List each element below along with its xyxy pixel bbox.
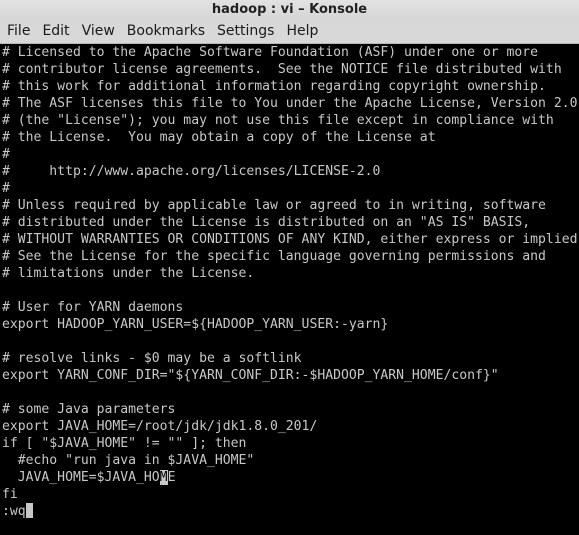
text-line: # distributed under the License is distr… [2, 215, 531, 230]
menu-help[interactable]: Help [280, 20, 324, 43]
menu-settings[interactable]: Settings [211, 20, 280, 43]
cursor-line: JAVA_HOME=$JAVA_HOME [2, 469, 579, 486]
window-title: hadoop : vi – Konsole [0, 0, 579, 20]
text-line: # [2, 181, 10, 196]
text-line: # (the "License"); you may not use this … [2, 113, 554, 128]
text-line: # User for YARN daemons [2, 300, 184, 315]
terminal-view[interactable]: # Licensed to the Apache Software Founda… [0, 44, 579, 535]
menu-edit[interactable]: Edit [36, 20, 75, 43]
konsole-window: hadoop : vi – Konsole File Edit View Boo… [0, 0, 579, 535]
text-line: export YARN_CONF_DIR="${YARN_CONF_DIR:-$… [2, 368, 499, 383]
menubar: File Edit View Bookmarks Settings Help [0, 20, 579, 44]
text-line: export HADOOP_YARN_USER=${HADOOP_YARN_US… [2, 317, 389, 332]
text-line: # this work for additional information r… [2, 79, 546, 94]
vi-command-line[interactable]: :wq [2, 503, 579, 520]
text-line: # resolve links - $0 may be a softlink [2, 351, 302, 366]
text-cursor: M [159, 470, 168, 485]
text-line: # contributor license agreements. See th… [2, 62, 562, 77]
menu-view[interactable]: View [76, 20, 121, 43]
text-line: # WITHOUT WARRANTIES OR CONDITIONS OF AN… [2, 232, 579, 247]
menu-file[interactable]: File [1, 20, 36, 43]
text-line: fi [2, 487, 18, 502]
text-line: # Unless required by applicable law or a… [2, 198, 546, 213]
text-line: # the License. You may obtain a copy of … [2, 130, 436, 145]
text-line: #echo "run java in $JAVA_HOME" [2, 453, 255, 468]
text-line: # [2, 147, 10, 162]
menu-bookmarks[interactable]: Bookmarks [121, 20, 211, 43]
text-line: # limitations under the License. [2, 266, 255, 281]
text-line [2, 333, 579, 350]
cursor-line-after: E [167, 470, 176, 485]
text-line: # some Java parameters [2, 402, 176, 417]
text-line: # See the License for the specific langu… [2, 249, 546, 264]
text-line: export JAVA_HOME=/root/jdk/jdk1.8.0_201/ [2, 419, 318, 434]
cursor-line-before: JAVA_HOME=$JAVA_HO [2, 470, 160, 485]
text-line: if [ "$JAVA_HOME" != "" ]; then [2, 436, 247, 451]
text-line [2, 282, 579, 299]
text-line: # http://www.apache.org/licenses/LICENSE… [2, 164, 381, 179]
text-line: # Licensed to the Apache Software Founda… [2, 45, 539, 60]
vi-command-text: :wq [2, 504, 26, 519]
text-line [2, 384, 579, 401]
command-cursor [25, 503, 33, 518]
text-line: # The ASF licenses this file to You unde… [2, 96, 578, 111]
